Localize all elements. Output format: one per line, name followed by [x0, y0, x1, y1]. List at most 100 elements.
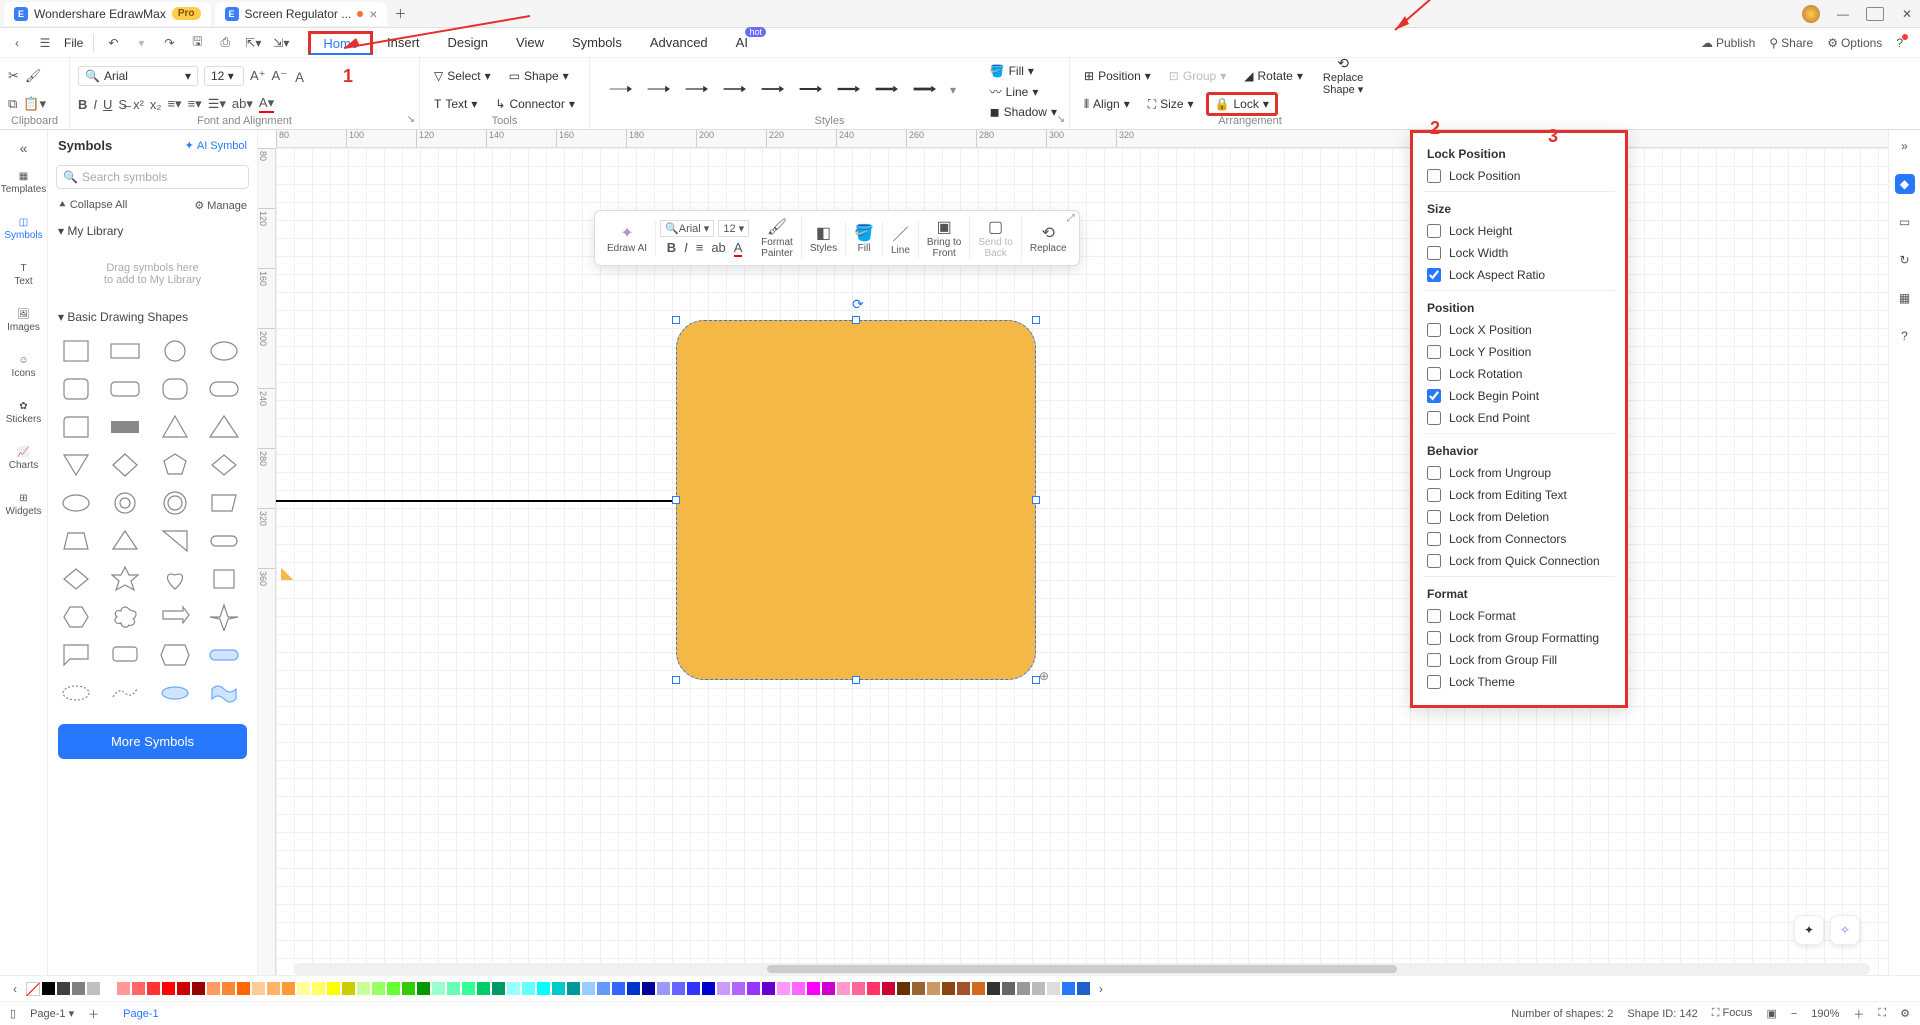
font-color-icon[interactable]: A▾ — [259, 95, 274, 113]
fab-sparkle-icon[interactable]: ✦ — [1794, 915, 1824, 945]
page-tab[interactable]: Page-1 — [113, 1006, 168, 1022]
new-tab-button[interactable]: ＋ — [391, 5, 409, 23]
color-swatch[interactable] — [717, 982, 730, 995]
arrow-style-item[interactable] — [836, 83, 860, 98]
tab-design[interactable]: Design — [434, 29, 502, 56]
add-page-icon[interactable]: ＋ — [88, 1006, 99, 1022]
size-button[interactable]: ⛶ Size▾ — [1142, 95, 1200, 114]
lock-theme-item[interactable]: Lock Theme — [1413, 671, 1625, 693]
arrow-gallery-dropdown[interactable]: ▾ — [950, 83, 956, 97]
shape-item[interactable] — [107, 374, 143, 404]
shape-item[interactable] — [107, 640, 143, 670]
color-swatch[interactable] — [957, 982, 970, 995]
lock-quick-item[interactable]: Lock from Quick Connection — [1413, 550, 1625, 572]
shape-item[interactable] — [58, 450, 94, 480]
lock-width-item[interactable]: Lock Width — [1413, 242, 1625, 264]
color-swatch[interactable] — [42, 982, 55, 995]
tab-view[interactable]: View — [502, 29, 558, 56]
basic-shapes-section[interactable]: ▾ Basic Drawing Shapes — [48, 304, 257, 330]
publish-button[interactable]: ☁ Publish — [1701, 36, 1755, 50]
lock-aspect-item[interactable]: Lock Aspect Ratio — [1413, 264, 1625, 286]
save-icon[interactable]: 🖫 — [188, 34, 206, 52]
color-swatch[interactable] — [1047, 982, 1060, 995]
more-symbols-button[interactable]: More Symbols — [58, 724, 247, 759]
connector-tool[interactable]: ↳ Connector▾ — [489, 95, 580, 113]
rotate-button[interactable]: ◢ Rotate▾ — [1238, 67, 1309, 85]
shape-item[interactable] — [157, 488, 193, 518]
shape-item[interactable] — [157, 450, 193, 480]
color-swatch[interactable] — [342, 982, 355, 995]
cut-icon[interactable]: ✂ — [8, 68, 19, 84]
focus-button[interactable]: ⛶ Focus — [1712, 1007, 1753, 1020]
maximize-icon[interactable] — [1866, 7, 1884, 21]
search-input[interactable]: 🔍 Search symbols — [56, 165, 249, 189]
shape-item[interactable] — [206, 488, 242, 518]
lock-ungroup-item[interactable]: Lock from Ungroup — [1413, 462, 1625, 484]
fill-button[interactable]: 🪣 Fill▾ — [984, 62, 1063, 80]
font-select[interactable]: 🔍 Arial ▾ — [78, 66, 198, 86]
color-swatch[interactable] — [132, 982, 145, 995]
fab-ai-icon[interactable]: ✧ — [1830, 915, 1860, 945]
color-swatch[interactable] — [312, 982, 325, 995]
color-swatch[interactable] — [567, 982, 580, 995]
shape-item[interactable] — [206, 678, 242, 708]
color-swatch[interactable] — [912, 982, 925, 995]
select-tool[interactable]: ▽ Select▾ — [428, 67, 497, 85]
color-swatch[interactable] — [762, 982, 775, 995]
undo-icon[interactable]: ↶ — [104, 34, 122, 52]
mini-send-back[interactable]: ▢Send to Back — [970, 215, 1021, 261]
import-icon[interactable]: ⇲▾ — [272, 34, 290, 52]
minimize-icon[interactable]: — — [1834, 5, 1852, 23]
rail-images[interactable]: 🖼Images — [0, 298, 48, 344]
color-swatch[interactable] — [267, 982, 280, 995]
shape-item[interactable] — [206, 640, 242, 670]
group-button[interactable]: ⊡ Group▾ — [1163, 67, 1232, 85]
color-swatch[interactable] — [447, 982, 460, 995]
right-help-icon[interactable]: ? — [1895, 326, 1915, 346]
lock-end-item[interactable]: Lock End Point — [1413, 407, 1625, 429]
page-selector[interactable]: Page-1 ▾ — [30, 1007, 74, 1020]
app-tab-main[interactable]: E Wondershare EdrawMax Pro — [4, 2, 211, 26]
shape-item[interactable] — [58, 412, 94, 442]
color-swatch[interactable] — [1032, 982, 1045, 995]
lock-rotation-item[interactable]: Lock Rotation — [1413, 363, 1625, 385]
shape-item[interactable] — [107, 678, 143, 708]
color-swatch[interactable] — [282, 982, 295, 995]
mini-bold-icon[interactable]: B — [667, 240, 676, 257]
tab-ai[interactable]: AI hot — [722, 29, 762, 56]
color-swatch[interactable] — [837, 982, 850, 995]
arrow-style-item[interactable] — [798, 83, 822, 98]
arrow-style-item[interactable] — [646, 83, 670, 98]
rail-templates[interactable]: ▦Templates — [0, 160, 48, 206]
shape-item[interactable] — [58, 374, 94, 404]
shape-item[interactable] — [157, 526, 193, 556]
color-swatch[interactable] — [1062, 982, 1075, 995]
lock-format-item[interactable]: Lock Format — [1413, 605, 1625, 627]
collapse-all-button[interactable]: ⯅ Collapse All — [58, 199, 127, 212]
shape-item[interactable] — [107, 602, 143, 632]
resize-handle-n[interactable] — [852, 316, 860, 324]
manage-button[interactable]: ⚙ Manage — [194, 199, 247, 212]
color-swatch[interactable] — [297, 982, 310, 995]
color-swatch[interactable] — [747, 982, 760, 995]
color-swatch[interactable] — [87, 982, 100, 995]
color-swatch[interactable] — [972, 982, 985, 995]
right-collapse-icon[interactable]: » — [1895, 136, 1915, 156]
lock-height-item[interactable]: Lock Height — [1413, 220, 1625, 242]
back-icon[interactable]: ‹ — [8, 34, 26, 52]
shape-item[interactable] — [107, 450, 143, 480]
mini-replace[interactable]: ⟲Replace — [1022, 221, 1075, 256]
color-swatch[interactable] — [147, 982, 160, 995]
shape-item[interactable] — [206, 336, 242, 366]
color-swatch[interactable] — [357, 982, 370, 995]
resize-handle-e[interactable] — [1032, 496, 1040, 504]
align-icon[interactable]: ≡▾ — [188, 96, 202, 112]
undo-dropdown-icon[interactable]: ▾ — [132, 34, 150, 52]
rail-stickers[interactable]: ✿Stickers — [0, 390, 48, 436]
color-swatch[interactable] — [102, 982, 115, 995]
shape-item[interactable] — [107, 526, 143, 556]
arrow-style-item[interactable] — [912, 83, 936, 98]
file-menu[interactable]: File — [64, 36, 83, 50]
color-swatch[interactable] — [327, 982, 340, 995]
right-style-icon[interactable]: ◆ — [1895, 174, 1915, 194]
